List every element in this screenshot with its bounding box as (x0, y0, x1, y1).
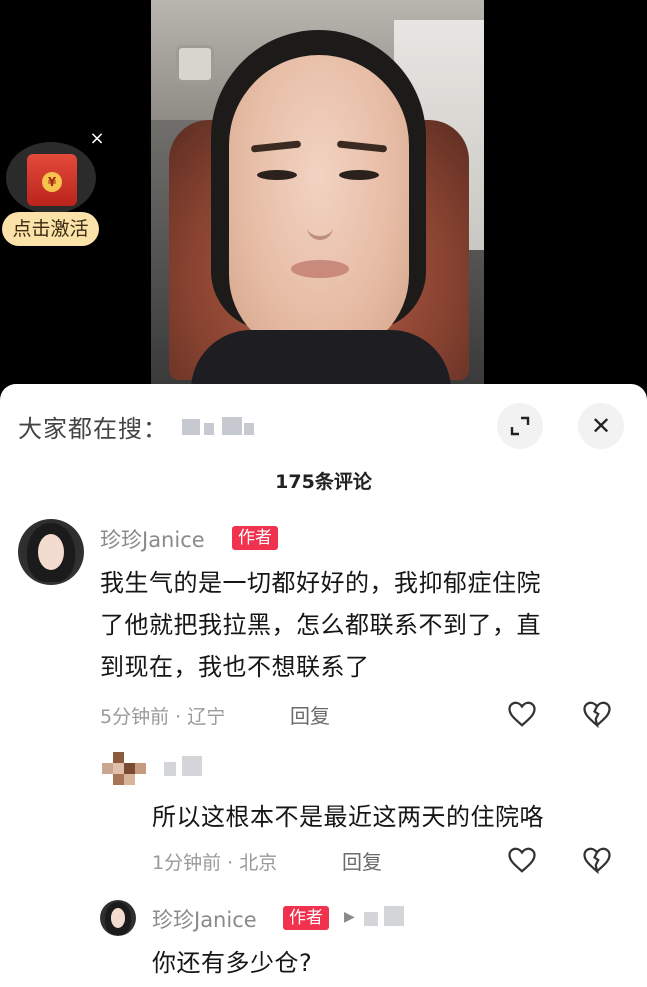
comment-username[interactable]: 珍珍Janice (152, 904, 257, 934)
person-face (229, 55, 409, 355)
comment-username[interactable]: 珍珍Janice (100, 524, 205, 554)
comment-username[interactable] (160, 754, 210, 780)
heart-icon[interactable] (507, 845, 537, 875)
broken-heart-icon[interactable] (582, 699, 612, 729)
coin-icon: ¥ (42, 172, 62, 192)
author-badge: 作者 (232, 526, 278, 550)
video-player[interactable] (0, 0, 647, 400)
expand-icon (510, 416, 530, 436)
close-button[interactable]: ✕ (578, 403, 624, 449)
video-frame (151, 0, 484, 384)
person-shirt (191, 330, 451, 384)
avatar[interactable] (102, 752, 146, 796)
comment-meta: 1分钟前 · 北京 (152, 852, 278, 874)
reply-button[interactable]: 回复 (290, 700, 330, 729)
comment-text: 所以这根本不是最近这两天的住院咯 (152, 803, 544, 831)
close-icon: ✕ (590, 412, 612, 440)
expand-button[interactable] (497, 403, 543, 449)
red-packet-close-button[interactable]: × (88, 130, 106, 148)
red-packet-icon: ¥ (27, 154, 77, 206)
red-packet-widget[interactable]: ¥ (6, 142, 96, 214)
comment-meta: 5分钟前 · 辽宁 (100, 706, 226, 728)
broken-heart-icon[interactable] (582, 845, 612, 875)
left-brow (250, 140, 302, 153)
ceiling-lamp (176, 45, 214, 83)
heart-icon[interactable] (507, 699, 537, 729)
comments-panel: 大家都在搜： ✕ 175条评论 珍珍Janice 作者 我生气的是一切都好好的，… (0, 384, 647, 987)
avatar[interactable] (100, 900, 136, 936)
replied-username[interactable] (362, 902, 422, 930)
comment-count: 175条评论 (275, 471, 372, 493)
comment-text: 我生气的是一切都好好的，我抑郁症住院 了他就把我拉黑，怎么都联系不到了，直 到现… (100, 569, 541, 681)
activate-button[interactable]: 点击激活 (2, 212, 99, 246)
right-brow (336, 140, 388, 153)
reply-arrow-icon: ▶ (344, 909, 355, 925)
left-eye (257, 170, 297, 180)
trending-search-label: 大家都在搜： (18, 414, 168, 443)
avatar[interactable] (18, 519, 84, 585)
lips (291, 260, 349, 278)
trending-search[interactable]: 大家都在搜： (18, 410, 258, 443)
comment-text: 你还有多少仓? (152, 949, 313, 977)
nose (307, 195, 333, 240)
blurred-search-term[interactable] (178, 413, 258, 439)
author-badge: 作者 (283, 906, 329, 930)
right-eye (339, 170, 379, 180)
reply-button[interactable]: 回复 (342, 846, 382, 875)
